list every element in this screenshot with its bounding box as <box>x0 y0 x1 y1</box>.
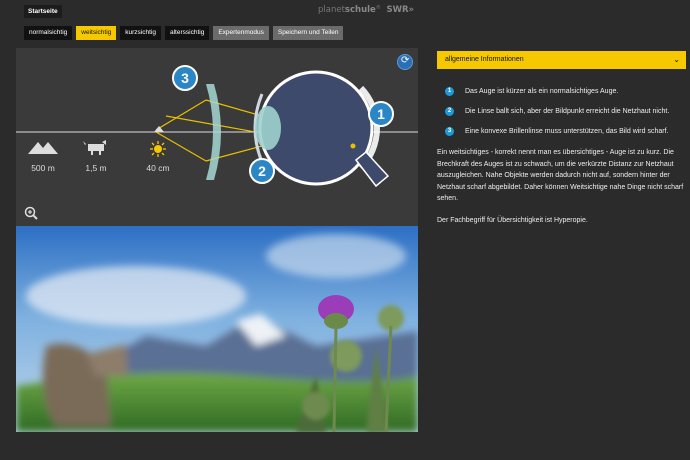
tab-weitsichtig[interactable]: weitsichtig <box>76 26 117 40</box>
mode-tabs: normalsichtig weitsichtig kurzsichtig al… <box>24 26 344 40</box>
tab-kurzsichtig[interactable]: kurzsichtig <box>120 26 161 40</box>
distance-40cm: 40 cm <box>146 163 170 173</box>
tab-speichern-teilen[interactable]: Speichern und Teilen <box>272 26 344 40</box>
badge-1[interactable]: 1 <box>368 101 394 127</box>
info-panel: allgemeine Informationen ⌄ 1 Das Auge is… <box>437 51 686 226</box>
brand-planet: planet <box>318 5 345 15</box>
distance-500m: 500 m <box>31 163 55 173</box>
info-list: 1 Das Auge ist kürzer als ein normalsich… <box>437 87 686 139</box>
cow-icon <box>83 140 106 155</box>
eye-lens <box>255 106 281 150</box>
flower-icon <box>154 145 162 153</box>
eye-diagram-svg <box>16 70 418 188</box>
badge-3[interactable]: 3 <box>172 65 198 91</box>
reset-icon[interactable] <box>397 54 413 70</box>
select-value: allgemeine Informationen <box>445 56 524 63</box>
number-badge-icon: 3 <box>445 127 454 136</box>
badge-2[interactable]: 2 <box>249 158 275 184</box>
number-badge-icon: 1 <box>445 87 454 96</box>
info-topic-select[interactable]: allgemeine Informationen ⌄ <box>437 51 686 69</box>
list-item: 3 Eine konvexe Brillenlinse muss unterst… <box>437 127 686 139</box>
number-badge-icon: 2 <box>445 107 454 116</box>
swr-logo: SWR» <box>386 5 415 15</box>
list-item: 1 Das Auge ist kürzer als ein normalsich… <box>437 87 686 99</box>
tab-normalsichtig[interactable]: normalsichtig <box>24 26 73 40</box>
brand-schule: schule <box>344 5 376 15</box>
top-bar: Startseite planetschule® SWR» <box>0 0 690 22</box>
list-item: 2 Die Linse ballt sich, aber der Bildpun… <box>437 107 686 119</box>
list-item-text: Das Auge ist kürzer als ein normalsichti… <box>465 88 619 95</box>
list-item-text: Die Linse ballt sich, aber der Bildpunkt… <box>465 108 670 115</box>
mountain-icon <box>28 142 58 154</box>
tab-alterssichtig[interactable]: alterssichtig <box>165 26 210 40</box>
home-button[interactable]: Startseite <box>24 5 62 18</box>
term-paragraph: Der Fachbegriff für Übersichtigkeit ist … <box>437 216 588 224</box>
zoom-icon[interactable] <box>24 206 38 220</box>
view-simulation-image <box>16 226 418 432</box>
simulation-stage: 3 1 2 500 m 1,5 m 40 cm <box>16 48 418 432</box>
planet-schule-logo[interactable]: planetschule® SWR» <box>318 5 414 15</box>
distance-1-5m: 1,5 m <box>85 163 107 173</box>
list-item-text: Eine konvexe Brillenlinse muss unterstüt… <box>465 128 669 135</box>
tab-expertenmodus[interactable]: Expertenmodus <box>213 26 269 40</box>
description-paragraph: Ein weitsichtiges - korrekt nennt man es… <box>437 149 684 202</box>
chevron-down-icon: ⌄ <box>673 55 680 64</box>
brand-registered: ® <box>375 5 381 11</box>
eye-diagram: 3 1 2 500 m 1,5 m 40 cm <box>16 48 418 226</box>
